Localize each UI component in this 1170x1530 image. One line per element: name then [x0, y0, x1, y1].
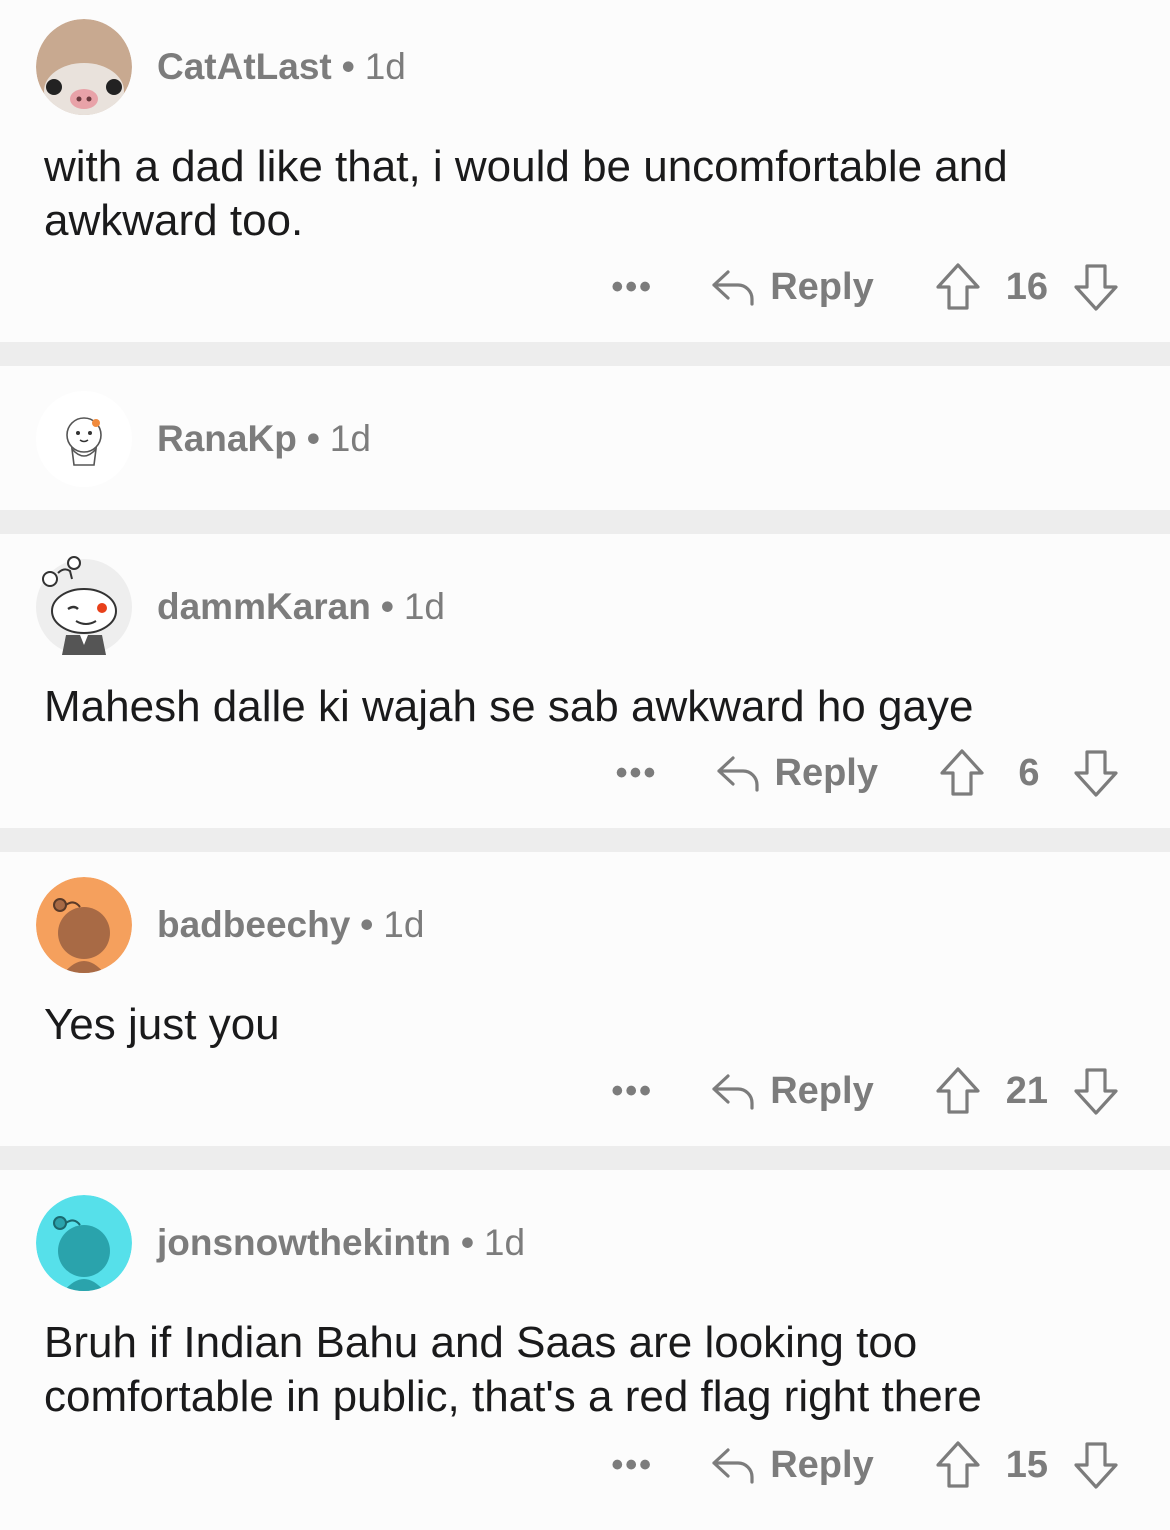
more-options-button[interactable]: •••: [602, 1072, 662, 1111]
vote-score: 21: [1005, 1069, 1048, 1112]
comment-text: Bruh if Indian Bahu and Saas are looking…: [44, 1318, 982, 1421]
reply-button[interactable]: Reply: [710, 1442, 874, 1488]
avatar[interactable]: [36, 19, 132, 115]
username[interactable]: badbeechy: [157, 904, 350, 945]
reply-label: Reply: [774, 751, 878, 794]
comment-age: 1d: [483, 1222, 526, 1263]
username[interactable]: CatAtLast: [157, 46, 332, 87]
reply-button[interactable]: Reply: [710, 1068, 874, 1114]
avatar[interactable]: [36, 391, 132, 487]
comment-age: 1d: [403, 586, 445, 627]
comment-actions: ••• Reply 16: [602, 262, 1120, 312]
reply-icon: [712, 1448, 754, 1484]
comment-actions: ••• Reply 21: [602, 1066, 1120, 1116]
comment-feed: CatAtLast • 1d with a dad like that, i wou…: [0, 0, 1170, 1530]
separator-dot: •: [306, 418, 320, 459]
reply-label: Reply: [770, 1443, 874, 1486]
comment-card: CatAtLast • 1d with a dad like that, i wou…: [0, 0, 1170, 342]
reply-label: Reply: [770, 265, 874, 308]
upvote-icon[interactable]: [934, 1440, 982, 1490]
username[interactable]: RanaKp: [157, 418, 297, 459]
separator-dot: •: [380, 586, 394, 627]
username[interactable]: jonsnowthekintn: [157, 1222, 451, 1263]
vote-score: 6: [1018, 751, 1040, 794]
comment-actions: ••• Reply 6: [607, 748, 1120, 798]
upvote-icon[interactable]: [938, 748, 986, 798]
downvote-icon[interactable]: [1072, 1440, 1120, 1490]
downvote-icon[interactable]: [1072, 1066, 1120, 1116]
separator-dot: •: [460, 1222, 474, 1263]
comment-header: CatAtLast • 1d: [36, 19, 406, 115]
comment-header: badbeechy • 1d: [36, 877, 424, 973]
more-options-button[interactable]: •••: [602, 1446, 662, 1485]
comment-card-collapsed[interactable]: RanaKp • 1d: [0, 366, 1170, 510]
upvote-icon[interactable]: [934, 1066, 982, 1116]
avatar[interactable]: [36, 1195, 132, 1291]
comment-meta: dammKaran • 1d: [157, 586, 445, 628]
comment-actions: ••• Reply 15: [602, 1440, 1120, 1490]
reply-button[interactable]: Reply: [710, 264, 874, 310]
downvote-icon[interactable]: [1072, 262, 1120, 312]
comment-text: Mahesh dalle ki wajah se sab awkward ho …: [44, 682, 974, 731]
comment-text: with a dad like that, i would be uncomfo…: [44, 142, 1008, 245]
comment-card: jonsnowthekintn • 1d Bruh if Indian Bahu a…: [0, 1170, 1170, 1530]
comment-header: dammKaran • 1d: [36, 556, 445, 655]
reply-button[interactable]: Reply: [715, 750, 878, 796]
reply-icon: [712, 270, 754, 306]
comment-card: dammKaran • 1d Mahesh dalle ki wajah se sa…: [0, 534, 1170, 828]
comment-card: badbeechy • 1d Yes just you ••• Reply 21: [0, 852, 1170, 1146]
comment-text: Yes just you: [44, 1000, 280, 1049]
more-options-button[interactable]: •••: [602, 268, 662, 307]
reply-icon: [712, 1074, 754, 1110]
avatar[interactable]: [36, 877, 132, 973]
username[interactable]: dammKaran: [157, 586, 371, 627]
comment-age: 1d: [383, 904, 425, 945]
comment-header: RanaKp • 1d: [36, 391, 371, 487]
reply-icon: [716, 756, 759, 792]
vote-score: 15: [1005, 1443, 1048, 1486]
comment-age: 1d: [364, 46, 406, 87]
more-options-button[interactable]: •••: [607, 754, 667, 793]
comment-meta: jonsnowthekintn • 1d: [157, 1222, 525, 1264]
comment-age: 1d: [329, 418, 371, 459]
reply-label: Reply: [770, 1069, 874, 1112]
comment-meta: CatAtLast • 1d: [157, 46, 406, 88]
comment-meta: badbeechy • 1d: [157, 904, 424, 946]
separator-dot: •: [360, 904, 374, 945]
separator-dot: •: [341, 46, 355, 87]
comment-header: jonsnowthekintn • 1d: [36, 1195, 525, 1291]
avatar[interactable]: [36, 556, 132, 655]
vote-score: 16: [1005, 265, 1048, 308]
upvote-icon[interactable]: [934, 262, 982, 312]
downvote-icon[interactable]: [1072, 748, 1120, 798]
comment-meta: RanaKp • 1d: [157, 418, 371, 460]
